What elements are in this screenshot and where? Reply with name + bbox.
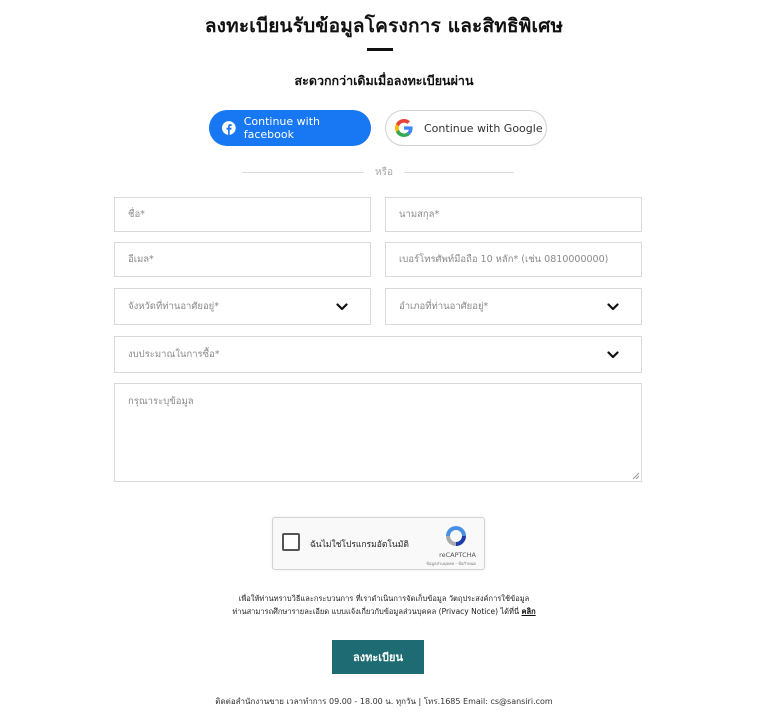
budget-select-text: งบประมาณในการซื้อ* xyxy=(128,349,220,360)
google-button-label: Continue with Google xyxy=(424,121,543,135)
recaptcha-brand: reCAPTCHA xyxy=(439,551,476,559)
facebook-icon xyxy=(222,121,236,135)
first-name-input[interactable] xyxy=(114,197,371,232)
district-select[interactable]: อำเภอที่ท่านอาศัยอยู่* xyxy=(385,288,642,325)
facebook-button-label: Continue with facebook xyxy=(243,115,320,141)
register-button[interactable]: ลงทะเบียน xyxy=(332,640,424,674)
recaptcha-label: ฉันไม่ใช่โปรแกรมอัตโนมัติ xyxy=(310,540,409,550)
google-icon xyxy=(395,119,413,137)
continue-with-google-button[interactable]: Continue with Google xyxy=(385,110,547,146)
province-select-text: จังหวัดที่ท่านอาศัยอยู่* xyxy=(128,301,219,312)
recaptcha-checkbox[interactable] xyxy=(282,533,300,551)
continue-with-facebook-button[interactable]: Continue with facebook xyxy=(209,110,371,146)
privacy-notice-line-2: ท่านสามารถศึกษารายละเอียด แบบแจ้งเกี่ยวก… xyxy=(0,606,768,618)
last-name-input[interactable] xyxy=(385,197,642,232)
privacy-notice-line-1: เพื่อให้ท่านทราบวิธีและกระบวนการ ที่เราด… xyxy=(238,594,530,603)
privacy-notice-text: ท่านสามารถศึกษารายละเอียด แบบแจ้งเกี่ยวก… xyxy=(232,607,520,616)
privacy-notice-link[interactable]: คลิก xyxy=(522,607,536,616)
divider-line-right xyxy=(404,172,514,173)
resize-grip-icon[interactable] xyxy=(632,472,640,480)
phone-input[interactable] xyxy=(385,242,642,277)
or-divider-text: หรือ xyxy=(375,167,393,178)
district-select-text: อำเภอที่ท่านอาศัยอยู่* xyxy=(399,301,489,312)
divider-line-left xyxy=(242,172,364,173)
recaptcha-icon xyxy=(446,526,466,546)
budget-select[interactable]: งบประมาณในการซื้อ* xyxy=(114,336,642,373)
recaptcha-terms-links[interactable]: ข้อมูลส่วนบุคคล - ข้อกำหนด xyxy=(273,560,476,567)
title-underline xyxy=(367,48,393,51)
contact-footer: ติดต่อสำนักงานขาย เวลาทำการ 09.00 - 18.0… xyxy=(215,697,553,706)
message-textarea[interactable] xyxy=(114,383,642,482)
chevron-down-icon xyxy=(607,302,619,310)
email-input[interactable] xyxy=(114,242,371,277)
province-select[interactable]: จังหวัดที่ท่านอาศัยอยู่* xyxy=(114,288,371,325)
recaptcha-widget: ฉันไม่ใช่โปรแกรมอัตโนมัติ reCAPTCHA ข้อม… xyxy=(272,517,485,570)
page-title: ลงทะเบียนรับข้อมูลโครงการ และสิทธิพิเศษ xyxy=(204,15,564,37)
social-login-subtitle: สะดวกกว่าเดิมเมื่อลงทะเบียนผ่าน xyxy=(294,73,474,88)
chevron-down-icon xyxy=(336,302,348,310)
chevron-down-icon xyxy=(607,350,619,358)
